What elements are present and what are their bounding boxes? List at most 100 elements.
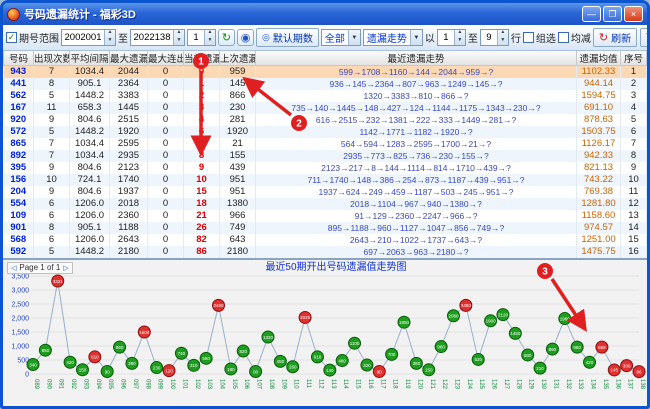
spinner-arrows-icon[interactable]: ▲▼ — [173, 30, 184, 45]
x-tick-label: 103 — [206, 379, 212, 390]
chart-point-label: 310 — [190, 363, 198, 368]
spinner-arrows-icon[interactable]: ▲▼ — [104, 30, 115, 45]
spinner-arrows-icon[interactable]: ▲▼ — [454, 30, 465, 45]
x-tick-label: 106 — [243, 379, 249, 390]
cell-c-idx: 1 — [621, 66, 647, 78]
mode-combobox[interactable]: 遗漏走势 ▼ — [363, 29, 423, 46]
title-bar: 号码遗漏统计 - 福彩3D — ❐ × — [3, 3, 647, 25]
table-row[interactable]: 89271034.42935081552935→773→825→736→230→… — [4, 150, 647, 162]
spinner-arrows-icon[interactable]: ▲▼ — [204, 30, 215, 45]
column-header-c-cur[interactable]: 当前遗漏 — [184, 51, 220, 66]
chart-point-label: 890 — [549, 346, 557, 351]
cell-c-num: 572 — [4, 126, 34, 138]
chart-point-label: 959 — [598, 344, 606, 349]
cell-c-run: 0 — [148, 174, 184, 186]
cell-c-max: 2180 — [110, 246, 148, 258]
cell-c-cnt: 6 — [34, 234, 70, 246]
chart-point-label: 480 — [338, 358, 346, 363]
cell-c-mean: 1503.75 — [577, 126, 621, 138]
chevron-down-icon[interactable]: ▼ — [348, 30, 360, 45]
cell-c-mean: 743.22 — [577, 174, 621, 186]
column-header-c-run[interactable]: 最大连出 — [148, 51, 184, 66]
table-row[interactable]: 10961206.0236002196691→129→2360→2247→966… — [4, 210, 647, 222]
cell-c-max: 2123 — [110, 162, 148, 174]
minimize-button[interactable]: — — [582, 6, 601, 22]
column-header-c-last[interactable]: 上次遗漏 — [220, 51, 256, 66]
table-row[interactable]: 9209804.6251504281616→2515→232→1381→222→… — [4, 114, 647, 126]
filter-button[interactable]: 筛选 — [640, 28, 647, 47]
cell-c-mean: 974.57 — [577, 222, 621, 234]
column-header-c-max[interactable]: 最大遗漏 — [110, 51, 148, 66]
table-row[interactable]: 57251448.219200619201142→1771→1182→1920→… — [4, 126, 647, 138]
cell-c-last: 230 — [220, 102, 256, 114]
chart-point-label: 120 — [165, 368, 173, 373]
chart-point-label: 450 — [277, 359, 285, 364]
junjian-checkbox[interactable] — [558, 32, 569, 43]
cell-c-num: 943 — [4, 66, 34, 78]
chevron-down-icon[interactable]: ▼ — [410, 30, 422, 45]
sync-icon[interactable]: ↻ — [218, 29, 235, 46]
table-row[interactable]: 59251448.221800862180697→2063→963→2180→?… — [4, 246, 647, 258]
row-from-spinner[interactable]: ▲▼ — [437, 29, 466, 46]
table-row[interactable]: 3959804.62123094392123→217→8→144→1114→81… — [4, 162, 647, 174]
spinner-arrows-icon[interactable]: ▲▼ — [497, 30, 508, 45]
column-header-c-mean[interactable]: 遗漏均值 — [577, 51, 621, 66]
maximize-button[interactable]: ❐ — [603, 6, 622, 22]
cell-c-max: 1445 — [110, 102, 148, 114]
page-next-icon[interactable]: ▷ — [63, 264, 68, 272]
x-tick-label: 092 — [70, 379, 76, 390]
cell-c-trend: 895→1188→960→1127→1047→856→749→? — [256, 222, 577, 234]
cell-c-last: 966 — [220, 210, 256, 222]
x-tick-label: 120 — [416, 379, 422, 390]
interval-spinner[interactable]: ▲▼ — [187, 29, 216, 46]
interval-input[interactable] — [188, 30, 204, 45]
table-row[interactable]: 94371034.4204400959599→1708→1160→144→204… — [4, 66, 647, 78]
table-row[interactable]: 2049804.619370159511937→624→249→459→1187… — [4, 186, 647, 198]
row-from-input[interactable] — [438, 30, 454, 45]
column-header-c-num[interactable]: 号码 — [4, 51, 34, 66]
column-header-c-idx[interactable]: 序号 — [621, 51, 647, 66]
x-tick-label: 124 — [466, 379, 472, 390]
default-periods-button[interactable]: ◎ 默认期数 — [256, 28, 319, 47]
cell-c-cnt: 9 — [34, 186, 70, 198]
cell-c-num: 167 — [4, 102, 34, 114]
row-to-input[interactable] — [481, 30, 497, 45]
column-header-c-cnt[interactable]: 出现次数 — [34, 51, 70, 66]
column-header-c-trend[interactable]: 最近遗漏走势 — [256, 51, 577, 66]
column-header-c-avg[interactable]: 平均间隔 — [70, 51, 110, 66]
x-tick-label: 100 — [169, 379, 175, 390]
range-from-spinner[interactable]: ▲▼ — [61, 29, 116, 46]
range-to-input[interactable] — [131, 30, 173, 45]
cell-c-avg: 1206.0 — [70, 234, 110, 246]
cell-c-idx: 8 — [621, 150, 647, 162]
cell-c-cur: 82 — [184, 234, 220, 246]
table-row[interactable]: 4418905.1236401145936→145→2364→807→963→1… — [4, 78, 647, 90]
cell-c-idx: 6 — [621, 126, 647, 138]
range-from-input[interactable] — [62, 30, 104, 45]
table-row[interactable]: 56861206.026430826432643→210→1022→1737→6… — [4, 234, 647, 246]
table-row[interactable]: 56251448.23383028661320→3383→810→866→?15… — [4, 90, 647, 102]
default-periods-label: 默认期数 — [273, 30, 313, 45]
cell-c-cnt: 5 — [34, 126, 70, 138]
zuxuan-checkbox[interactable] — [523, 32, 534, 43]
cell-c-cur: 6 — [184, 126, 220, 138]
table-row[interactable]: 9018905.11188026749895→1188→960→1127→104… — [4, 222, 647, 234]
target-icon[interactable]: ◉ — [237, 29, 254, 46]
chart-point-label: 420 — [66, 360, 74, 365]
table-row[interactable]: 86571034.425950721564→594→1283→2595→1700… — [4, 138, 647, 150]
table-row[interactable]: 15610724.11740010951711→1740→148→386→254… — [4, 174, 647, 186]
close-button[interactable]: × — [624, 6, 643, 22]
range-checkbox[interactable]: ✓ — [6, 32, 17, 43]
y-tick-label: 1,500 — [11, 329, 29, 336]
cell-c-num: 395 — [4, 162, 34, 174]
chart-point-label: 210 — [536, 365, 544, 370]
page-prev-icon[interactable]: ◁ — [11, 264, 16, 272]
row-to-spinner[interactable]: ▲▼ — [480, 29, 509, 46]
category-combobox[interactable]: 全部 ▼ — [321, 29, 361, 46]
table-row[interactable]: 16711658.3144503230735→140→1445→148→427→… — [4, 102, 647, 114]
app-icon — [7, 8, 20, 21]
chart-point-label: 960 — [116, 344, 124, 349]
range-to-spinner[interactable]: ▲▼ — [130, 29, 185, 46]
refresh-button[interactable]: ↻ 刷新 — [593, 28, 637, 47]
table-row[interactable]: 55461206.0201801813802018→1104→967→940→1… — [4, 198, 647, 210]
